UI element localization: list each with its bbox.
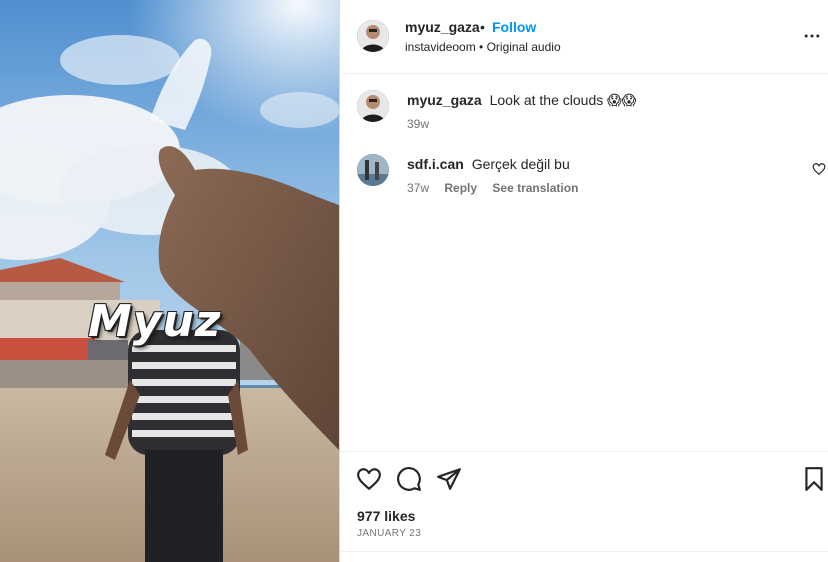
post-actions: 977 likes JANUARY 23	[340, 451, 828, 562]
heart-icon[interactable]	[356, 466, 382, 492]
post-media[interactable]: Myuz	[0, 0, 339, 562]
video-overlay-text: Myuz	[88, 296, 222, 347]
comment-username[interactable]: sdf.i.can	[407, 156, 464, 172]
author-username[interactable]: myuz_gaza	[405, 19, 480, 35]
caption-comment: myuz_gaza Look at the clouds 😱😱 39w	[340, 88, 828, 138]
likes-count[interactable]: 977 likes	[357, 508, 415, 524]
comment-item: sdf.i.can Gerçek değil bu 37w Reply See …	[340, 152, 828, 202]
bookmark-icon[interactable]	[801, 466, 827, 492]
follow-button[interactable]: Follow	[492, 19, 536, 35]
comment-text: Gerçek değil bu	[471, 156, 570, 172]
divider	[340, 551, 828, 552]
post-date[interactable]: JANUARY 23	[357, 528, 421, 539]
separator-dot: •	[480, 19, 485, 35]
comment-like-heart-icon[interactable]	[812, 162, 826, 176]
comment-text: Look at the clouds 😱😱	[489, 92, 637, 108]
comment-avatar[interactable]	[357, 154, 389, 186]
reply-button[interactable]: Reply	[444, 181, 477, 195]
post-details-panel: myuz_gaza • Follow instavideoom • Origin…	[339, 0, 828, 562]
audio-subtitle[interactable]: instavideoom • Original audio	[405, 40, 561, 54]
share-icon[interactable]	[436, 466, 462, 492]
comment-meta: 39w	[407, 117, 441, 131]
comment-meta: 37w Reply See translation	[407, 181, 590, 195]
comment-time[interactable]: 39w	[407, 117, 429, 131]
comment-line: myuz_gaza Look at the clouds 😱😱	[407, 92, 636, 109]
comment-icon[interactable]	[396, 466, 422, 492]
comment-avatar[interactable]	[357, 90, 389, 122]
author-avatar[interactable]	[357, 20, 389, 52]
video-frame-illustration	[0, 0, 339, 562]
see-translation-button[interactable]: See translation	[492, 181, 578, 195]
comment-time[interactable]: 37w	[407, 181, 429, 195]
more-options-icon[interactable]	[802, 26, 822, 46]
comment-line: sdf.i.can Gerçek değil bu	[407, 156, 570, 172]
comment-username[interactable]: myuz_gaza	[407, 92, 482, 108]
post-header: myuz_gaza • Follow instavideoom • Origin…	[340, 0, 828, 74]
